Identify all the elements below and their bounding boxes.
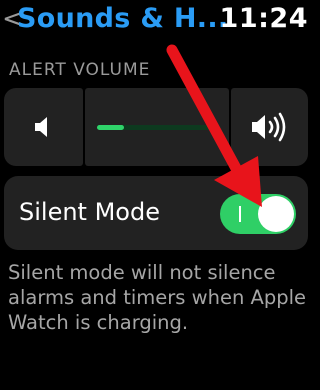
speaker-high-icon <box>251 112 285 142</box>
toggle-knob <box>258 196 294 232</box>
silent-mode-label: Silent Mode <box>19 198 160 226</box>
volume-slider-track <box>97 125 215 130</box>
page-title[interactable]: Sounds & H... <box>17 2 228 36</box>
volume-slider-fill <box>97 125 125 130</box>
alert-volume-label: ALERT VOLUME <box>9 60 151 80</box>
volume-down-button[interactable] <box>4 88 83 166</box>
volume-slider[interactable] <box>85 88 229 166</box>
header: < Sounds & H... 11:24 <box>0 0 312 46</box>
volume-up-button[interactable] <box>231 88 308 166</box>
clock-time: 11:24 <box>219 3 308 34</box>
silent-mode-row: Silent Mode <box>4 176 308 250</box>
toggle-on-indicator <box>239 206 241 222</box>
silent-mode-toggle[interactable] <box>220 194 296 234</box>
silent-mode-description: Silent mode will not silence alarms and … <box>8 261 307 334</box>
alert-volume-control <box>4 88 308 166</box>
speaker-low-icon <box>34 117 47 137</box>
